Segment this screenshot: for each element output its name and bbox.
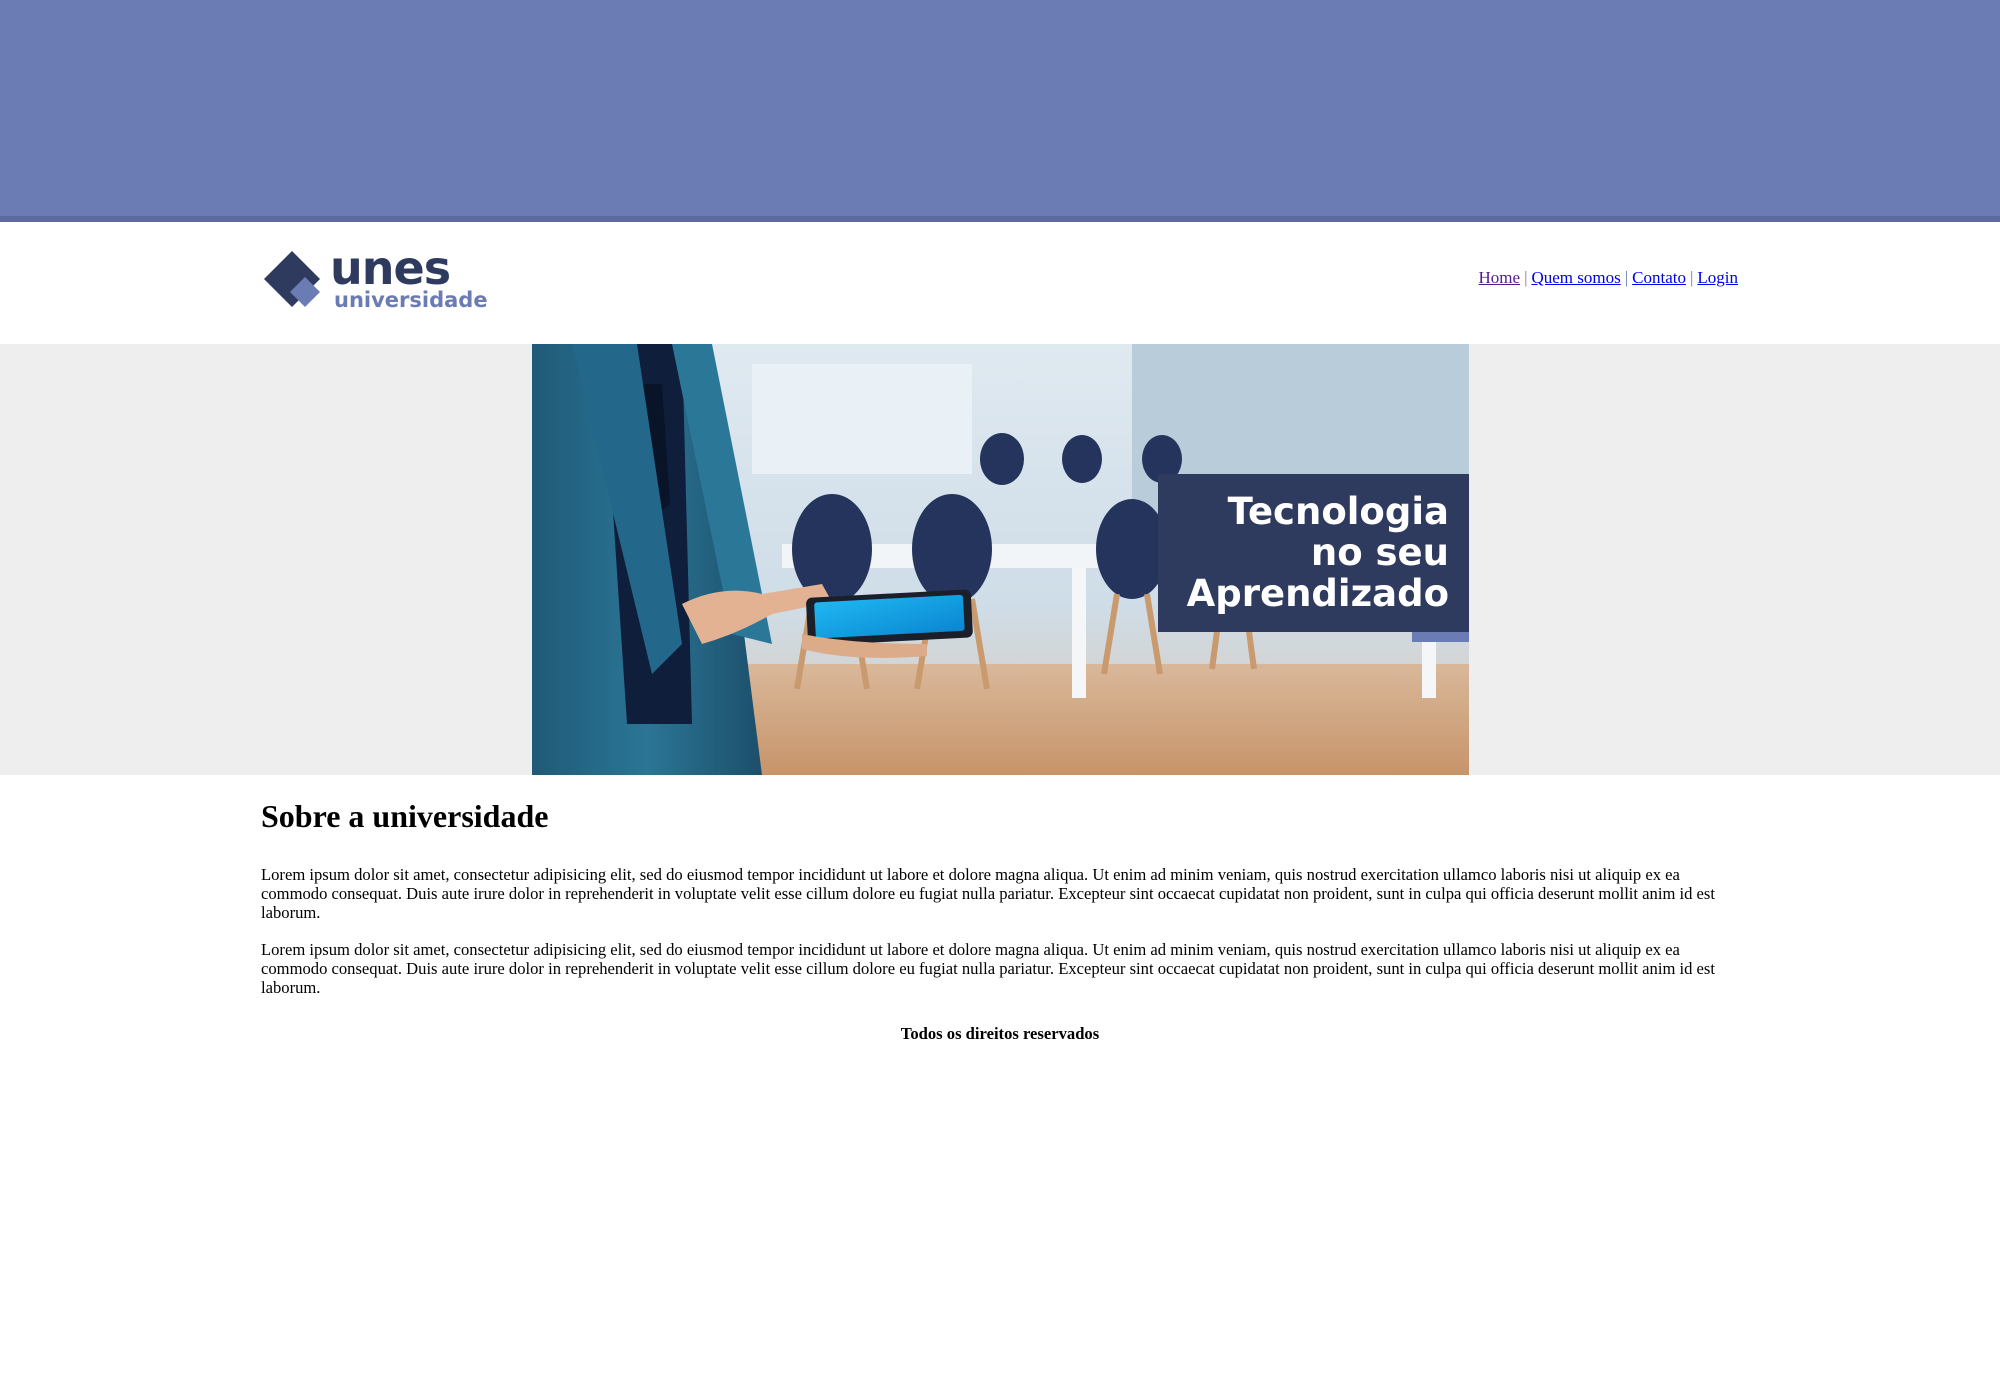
footer-text: Todos os direitos reservados bbox=[900, 1024, 1100, 1043]
site-header: unes universidade Home | Quem somos | Contat… bbox=[0, 222, 2000, 344]
main-content: Sobre a universidade Lorem ipsum dolor s… bbox=[261, 780, 1739, 1015]
top-bar bbox=[0, 0, 2000, 222]
hero-section: Tecnologia no seu Aprendizado bbox=[0, 344, 2000, 775]
hero-banner-image: Tecnologia no seu Aprendizado bbox=[532, 344, 1469, 775]
nav-separator: | bbox=[1689, 268, 1694, 287]
nav-separator: | bbox=[1624, 268, 1629, 287]
unes-logo[interactable]: unes universidade bbox=[262, 249, 492, 315]
paragraph: Lorem ipsum dolor sit amet, consectetur … bbox=[261, 865, 1715, 922]
nav-link-contato[interactable]: Contato bbox=[1632, 268, 1686, 287]
logo-mark-icon: unes universidade bbox=[264, 249, 488, 312]
paragraph: Lorem ipsum dolor sit amet, consectetur … bbox=[261, 940, 1715, 997]
page-title: Sobre a universidade bbox=[261, 798, 549, 834]
nav-link-quem-somos[interactable]: Quem somos bbox=[1531, 268, 1620, 287]
banner-line-1: Tecnologia bbox=[1228, 490, 1449, 533]
banner-line-3: Aprendizado bbox=[1187, 572, 1449, 615]
main-nav: Home | Quem somos | Contato | Login bbox=[1479, 268, 1738, 288]
nav-link-home[interactable]: Home bbox=[1479, 268, 1521, 287]
nav-separator: | bbox=[1524, 268, 1528, 287]
logo-sub: universidade bbox=[334, 288, 488, 312]
nav-link-login[interactable]: Login bbox=[1697, 268, 1738, 287]
banner-line-2: no seu bbox=[1311, 531, 1449, 574]
